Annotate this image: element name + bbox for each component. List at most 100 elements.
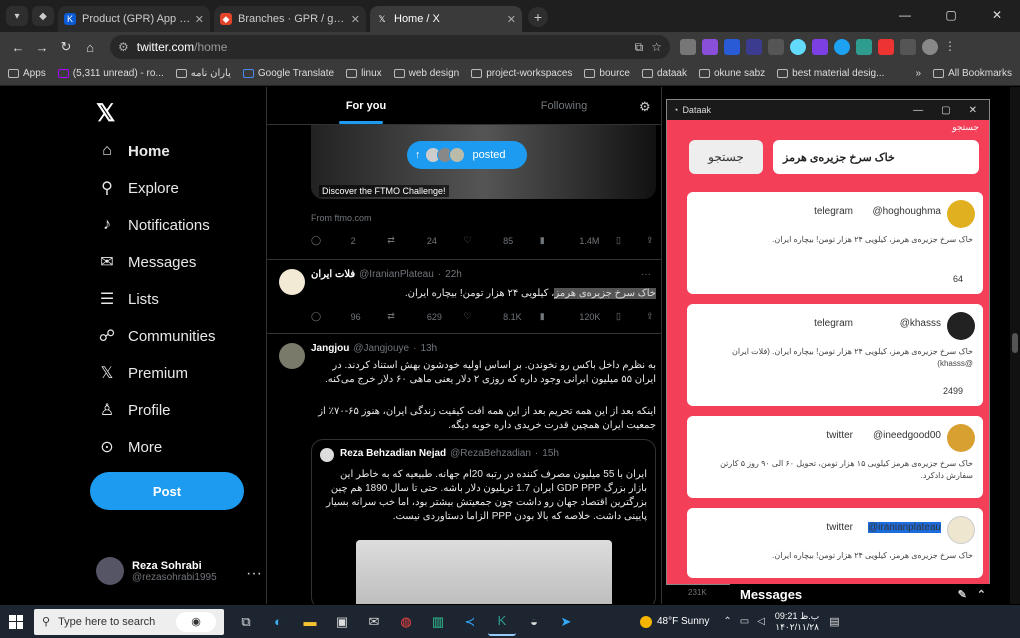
result-handle[interactable]: @ineedgood00 (873, 430, 941, 441)
results-list[interactable]: @hoghoughma telegram خاک سرخ جزیره‌ی هرم… (679, 186, 987, 581)
reply-button[interactable]: ◯ 96 (311, 311, 387, 322)
extension-icon[interactable] (812, 39, 828, 55)
bookmark-folder[interactable]: bource (584, 68, 630, 79)
app-icon[interactable]: ◒ (520, 608, 548, 636)
reply-button[interactable]: ◯ 2 (311, 235, 387, 246)
back-icon[interactable]: ← (6, 35, 30, 59)
result-card[interactable]: @ineedgood00 twitter خاک سرخ جزیره‌ی هرم… (687, 416, 983, 498)
dataak-taskbar-icon[interactable]: K (488, 608, 516, 636)
extension-icon[interactable] (834, 39, 850, 55)
close-tab-icon[interactable]: ✕ (195, 13, 204, 26)
notifications-icon[interactable]: ▤ (829, 615, 839, 628)
edge-icon[interactable]: ◐ (264, 608, 292, 636)
search-input[interactable]: خاک سرخ جزیره‌ی هرمز (773, 140, 979, 174)
result-handle[interactable]: @hoghoughma (872, 206, 941, 217)
bookmark-star-icon[interactable]: ☆ (651, 40, 662, 55)
bookmark-icon[interactable]: ▯ (616, 235, 646, 246)
extension-icon[interactable] (768, 39, 784, 55)
browser-tab-3[interactable]: 𝕏 Home / X ✕ (370, 6, 522, 32)
minimize-icon[interactable]: — (913, 105, 923, 116)
bookmark-folder[interactable]: project-workspaces (471, 68, 572, 79)
like-button[interactable]: ♡ 8.1K (464, 311, 540, 322)
forward-icon[interactable]: → (30, 35, 54, 59)
bookmark-item[interactable]: (5,311 unread) - ro... (57, 68, 164, 79)
start-button[interactable] (0, 605, 32, 638)
sidebar-item-explore[interactable]: ⚲ Explore (96, 178, 179, 198)
store-icon[interactable]: ▣ (328, 608, 356, 636)
weather-widget[interactable]: 48°F Sunny (640, 615, 709, 628)
tab-for-you[interactable]: For you (267, 87, 465, 124)
account-switcher[interactable]: Reza Sohrabi @rezasohrabi1995 ··· (96, 557, 262, 585)
author-handle[interactable]: @Jangjouye (353, 343, 409, 354)
home-button-icon[interactable]: ⌂ (78, 35, 102, 59)
dataak-extension-icon[interactable] (856, 39, 872, 55)
tweet-time[interactable]: 13h (420, 343, 437, 354)
all-bookmarks[interactable]: All Bookmarks (933, 68, 1012, 79)
taskbar-search[interactable]: ⚲ Type here to search ◉ (34, 608, 224, 635)
bookmark-icon[interactable]: ▯ (616, 311, 646, 322)
telegram-icon[interactable]: ➤ (552, 608, 580, 636)
mail-icon[interactable]: ✉ (360, 608, 388, 636)
author-name[interactable]: فلات ایران (311, 269, 355, 280)
bookmarks-overflow[interactable]: » (916, 68, 922, 79)
avatar[interactable] (922, 39, 938, 55)
bookmark-folder[interactable]: best material desig... (777, 68, 884, 79)
browser-tab-2[interactable]: ◆ Branches · GPR / gpr-extensio ✕ (214, 6, 366, 32)
tab-search-button[interactable]: ▾ (6, 6, 28, 26)
result-handle[interactable]: @khasss (900, 318, 941, 329)
search-button[interactable]: جستجو (689, 140, 763, 174)
bookmark-item[interactable]: dataak (641, 68, 687, 79)
sidebar-item-notifications[interactable]: ♪ Notifications (96, 215, 210, 235)
bookmark-folder[interactable]: linux (346, 68, 382, 79)
scrollbar[interactable] (1010, 87, 1020, 604)
minimize-icon[interactable]: — (882, 0, 928, 30)
compose-icon[interactable]: ✎ (958, 588, 967, 601)
maximize-icon[interactable]: ▢ (928, 0, 974, 30)
sidebar-item-profile[interactable]: ♙ Profile (96, 400, 171, 420)
extension-icon[interactable] (724, 39, 740, 55)
scroll-thumb[interactable] (1012, 333, 1018, 353)
chrome-icon[interactable]: ◍ (392, 608, 420, 636)
extension-icon[interactable] (746, 39, 762, 55)
author-handle[interactable]: @IranianPlateau (359, 269, 434, 280)
result-card[interactable]: @khasss telegram خاک سرخ جزیره‌ی هرمز، ک… (687, 304, 983, 406)
new-tab-button[interactable]: + (528, 7, 548, 27)
close-window-icon[interactable]: ✕ (974, 0, 1020, 30)
sidebar-item-more[interactable]: ⊙ More (96, 437, 162, 457)
share-icon[interactable]: ⇪ (646, 235, 656, 246)
extension-icon[interactable] (878, 39, 894, 55)
extension-icon[interactable] (702, 39, 718, 55)
browser-tab-1[interactable]: K Product (GPR) App Scrum Boa ✕ (58, 6, 210, 32)
extension-icon[interactable] (680, 39, 696, 55)
result-handle[interactable]: @iranianplateau (868, 522, 941, 533)
x-logo-icon[interactable]: 𝕏 (96, 99, 115, 128)
file-explorer-icon[interactable]: ▬ (296, 608, 324, 636)
close-icon[interactable]: ✕ (969, 105, 977, 116)
chevron-up-icon[interactable]: ⌃ (977, 588, 986, 601)
bookmark-folder[interactable]: web design (393, 68, 459, 79)
copilot-icon[interactable]: ◉ (176, 611, 216, 632)
avatar[interactable] (279, 269, 305, 295)
views-button[interactable]: ▮ 120K (540, 311, 616, 322)
result-card[interactable]: @iranianplateau twitter خاک سرخ جزیره‌ی … (687, 508, 983, 578)
menu-kebab-icon[interactable]: ⋮ (944, 39, 956, 55)
extensions-puzzle-icon[interactable] (900, 39, 916, 55)
sidebar-item-communities[interactable]: ☍ Communities (96, 326, 216, 346)
retweet-button[interactable]: ⇄ 24 (387, 235, 463, 246)
quoted-tweet[interactable]: Reza Behzadian Nejad @RezaBehzadian · 15… (311, 439, 656, 604)
bookmark-item[interactable]: یاران نامه (175, 68, 231, 79)
network-icon[interactable]: ▭ (740, 616, 749, 627)
address-bar[interactable]: ⚙ twitter.com/home ⧉ ☆ (110, 35, 670, 59)
reload-icon[interactable]: ↻ (54, 35, 78, 59)
install-icon[interactable]: ⧉ (635, 40, 644, 55)
volume-icon[interactable]: ◁ (757, 616, 765, 627)
more-dots-icon[interactable]: ··· (641, 269, 651, 280)
views-button[interactable]: ▮ 1.4M (540, 235, 616, 246)
new-posts-pill[interactable]: ↑ posted (407, 141, 527, 169)
vscode-icon[interactable]: ≺ (456, 608, 484, 636)
ad-source[interactable]: From ftmo.com (311, 213, 372, 223)
close-tab-icon[interactable]: ✕ (351, 13, 360, 26)
messages-drawer[interactable]: Messages ✎ ⌃ (730, 584, 996, 604)
chevron-up-icon[interactable]: ⌃ (723, 616, 731, 627)
gear-icon[interactable]: ⚙ (639, 99, 653, 114)
